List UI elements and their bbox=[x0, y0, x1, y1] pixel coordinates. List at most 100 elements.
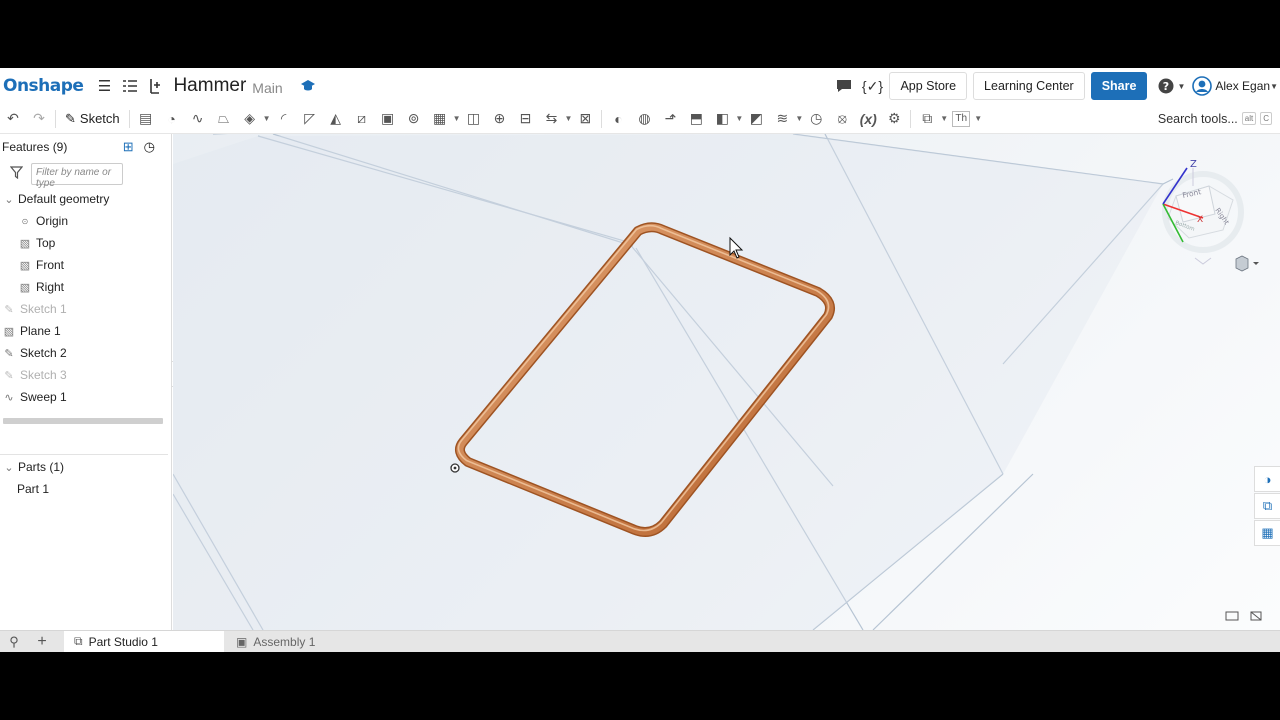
sheet-metal-icon[interactable]: ⧉ bbox=[914, 107, 940, 131]
pencil-icon: ✎ bbox=[65, 110, 76, 126]
filter-input[interactable]: Filter by name or type bbox=[31, 163, 123, 189]
parts-group[interactable]: ⌄ Parts (1) bbox=[0, 456, 168, 478]
onshape-logo[interactable]: Onshape bbox=[3, 76, 84, 96]
feature-sketch-2[interactable]: ✎ Sketch 2 bbox=[0, 342, 171, 364]
feature-sketch-1[interactable]: ✎ Sketch 1 bbox=[0, 298, 171, 320]
zoom-controls-icon[interactable] bbox=[1225, 611, 1262, 621]
branch-label[interactable]: Main bbox=[252, 80, 282, 96]
chevron-down-icon[interactable]: ▼ bbox=[940, 114, 948, 123]
code-braces-icon[interactable]: {✓} bbox=[861, 75, 883, 97]
thicken-icon[interactable]: ◈ bbox=[237, 107, 263, 131]
origin-marker[interactable] bbox=[450, 463, 460, 473]
configure-icon[interactable]: ⚙ bbox=[881, 107, 907, 131]
chevron-down-icon[interactable]: ▼ bbox=[263, 114, 271, 123]
split-icon[interactable]: ⊟ bbox=[513, 107, 539, 131]
feature-sketch-3[interactable]: ✎ Sketch 3 bbox=[0, 364, 171, 386]
transform-icon[interactable]: ⇆ bbox=[539, 107, 565, 131]
loft-icon[interactable]: ⏢ bbox=[211, 107, 237, 131]
right-panel-tools: ◑ ⧉ ▦ bbox=[1254, 466, 1280, 547]
part-item[interactable]: Part 1 bbox=[0, 478, 168, 500]
app-store-button[interactable]: App Store bbox=[889, 72, 968, 100]
redo-icon[interactable]: ↷ bbox=[26, 107, 52, 131]
tab-assembly-1[interactable]: ▣ Assembly 1 bbox=[226, 631, 386, 653]
tab-label: Assembly 1 bbox=[253, 634, 316, 649]
learning-center-button[interactable]: Learning Center bbox=[973, 72, 1085, 100]
filter-icon[interactable] bbox=[9, 166, 24, 182]
shell-icon[interactable]: ▣ bbox=[375, 107, 401, 131]
comment-icon[interactable] bbox=[833, 75, 855, 97]
tab-part-studio-1[interactable]: ⧉ Part Studio 1 bbox=[64, 630, 224, 652]
feature-top-plane[interactable]: ▧ Top bbox=[0, 232, 171, 254]
section-icon[interactable]: ⦻ bbox=[829, 107, 855, 131]
chevron-down-icon[interactable]: ⌄ bbox=[4, 193, 14, 206]
document-header: Onshape ☰ Hammer Main {✓} App Store Lear… bbox=[0, 68, 1280, 104]
offset-surface-icon[interactable]: ◧ bbox=[709, 107, 735, 131]
plane-icon: ▧ bbox=[3, 325, 15, 338]
boolean-icon[interactable]: ⊕ bbox=[487, 107, 513, 131]
avatar[interactable] bbox=[1191, 75, 1213, 97]
menu-icon[interactable]: ☰ bbox=[93, 75, 115, 97]
sweep-icon[interactable]: ∿ bbox=[185, 107, 211, 131]
rollback-bar[interactable] bbox=[3, 418, 163, 424]
modify-fillet-icon[interactable]: ◐ bbox=[605, 107, 631, 131]
chevron-down-icon[interactable]: ▼ bbox=[565, 114, 573, 123]
hole-icon[interactable]: ⊚ bbox=[401, 107, 427, 131]
new-folder-icon[interactable]: ⊞ bbox=[123, 139, 134, 155]
feature-list-icon[interactable] bbox=[119, 75, 141, 97]
draft-icon[interactable]: ◭ bbox=[323, 107, 349, 131]
graphics-viewport[interactable]: Z X Front Right Bottom ◑ ⧉ ▦ bbox=[173, 134, 1280, 630]
chevron-down-icon[interactable]: ▼ bbox=[735, 114, 743, 123]
default-geometry-group[interactable]: ⌄ Default geometry bbox=[0, 188, 171, 210]
chevron-down-icon[interactable]: ▼ bbox=[453, 114, 461, 123]
mirror-icon[interactable]: ◫ bbox=[461, 107, 487, 131]
rib-icon[interactable]: ⧄ bbox=[349, 107, 375, 131]
extrude-icon[interactable]: ▤ bbox=[133, 107, 159, 131]
model-canvas[interactable]: Z X Front Right Bottom bbox=[173, 134, 1280, 630]
document-title[interactable]: Hammer bbox=[173, 75, 246, 97]
graduation-cap-icon[interactable] bbox=[297, 75, 319, 97]
chevron-down-icon[interactable]: ⌄ bbox=[4, 461, 14, 474]
feature-origin[interactable]: ⊙ Origin bbox=[0, 210, 171, 232]
sketch-icon: ✎ bbox=[4, 303, 14, 316]
feature-label: Sketch 3 bbox=[20, 368, 67, 382]
text-tool-icon[interactable]: Th bbox=[952, 110, 971, 127]
delete-part-icon[interactable]: ⊠ bbox=[572, 107, 598, 131]
replace-face-icon[interactable]: ⬒ bbox=[683, 107, 709, 131]
user-chevron-icon[interactable]: ▼ bbox=[1270, 82, 1278, 91]
mass-properties-icon[interactable]: ⧉ bbox=[1254, 493, 1280, 519]
pattern-icon[interactable]: ▦ bbox=[427, 107, 453, 131]
chevron-down-icon[interactable]: ▼ bbox=[795, 114, 803, 123]
chevron-down-icon[interactable]: ▼ bbox=[1177, 82, 1185, 91]
shortcut-key-c: C bbox=[1260, 112, 1272, 125]
feature-plane-1[interactable]: ▧ Plane 1 bbox=[0, 320, 171, 342]
variable-icon[interactable]: (x) bbox=[855, 107, 881, 131]
sketch-button[interactable]: ✎ Sketch bbox=[59, 111, 126, 127]
plane-icon[interactable]: ◩ bbox=[743, 107, 769, 131]
chevron-down-icon[interactable]: ▼ bbox=[974, 114, 982, 123]
add-tab-icon[interactable]: + bbox=[28, 633, 56, 651]
delete-face-icon[interactable]: ◍ bbox=[631, 107, 657, 131]
view-cube[interactable]: Z X Front Right Bottom bbox=[1162, 159, 1244, 265]
undo-icon[interactable]: ↶ bbox=[0, 107, 26, 131]
sweep-icon: ∿ bbox=[4, 391, 14, 404]
help-icon[interactable]: ? bbox=[1155, 75, 1177, 97]
fillet-icon[interactable]: ◜ bbox=[271, 107, 297, 131]
user-name[interactable]: Alex Egan bbox=[1215, 79, 1270, 93]
move-face-icon[interactable]: ⬏ bbox=[657, 107, 683, 131]
tab-list-icon[interactable]: ⚲ bbox=[0, 634, 28, 650]
helix-icon[interactable]: ≋ bbox=[769, 107, 795, 131]
feature-sweep-1[interactable]: ∿ Sweep 1 bbox=[0, 386, 171, 408]
feature-front-plane[interactable]: ▧ Front bbox=[0, 254, 171, 276]
feature-right-plane[interactable]: ▧ Right bbox=[0, 276, 171, 298]
insert-icon[interactable] bbox=[143, 75, 165, 97]
configuration-panel-icon[interactable]: ▦ bbox=[1254, 520, 1280, 546]
search-tools[interactable]: Search tools... alt C bbox=[1158, 112, 1272, 126]
view-mode-icon[interactable] bbox=[1235, 255, 1259, 272]
revolve-icon[interactable]: ◔ bbox=[159, 107, 185, 131]
appearance-icon[interactable]: ◑ bbox=[1254, 466, 1280, 492]
feature-label: Top bbox=[36, 236, 56, 250]
chamfer-icon[interactable]: ◸ bbox=[297, 107, 323, 131]
share-button[interactable]: Share bbox=[1090, 72, 1148, 100]
measure-icon[interactable]: ◷ bbox=[803, 107, 829, 131]
rollback-clock-icon[interactable]: ◷ bbox=[144, 139, 155, 155]
